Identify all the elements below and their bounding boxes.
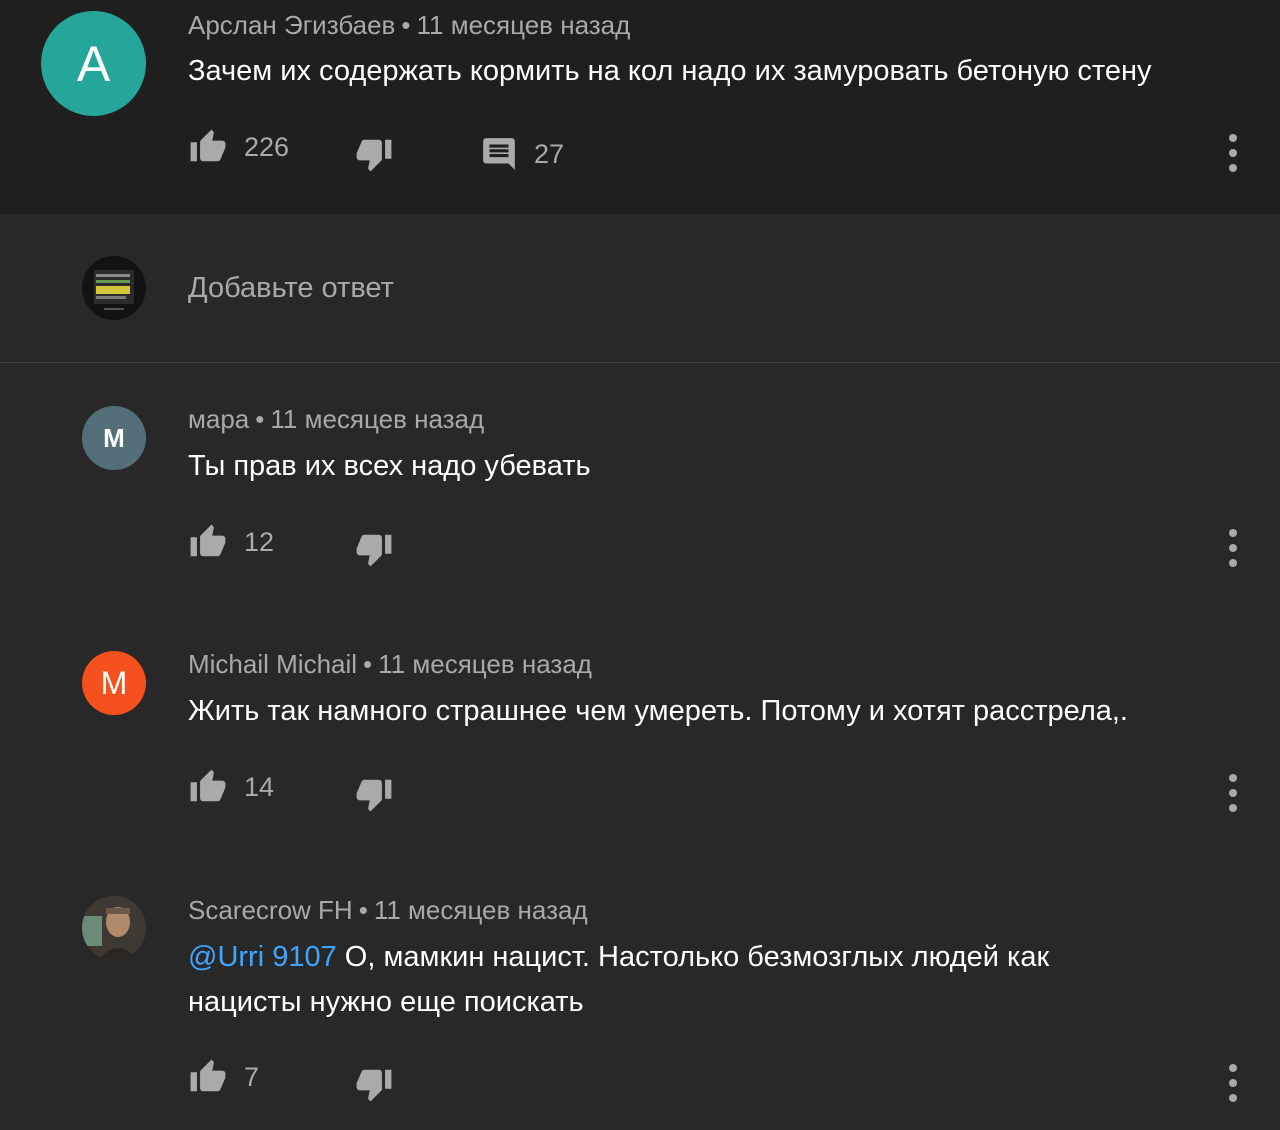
thumbs-up-icon <box>190 129 226 162</box>
comment-meta: мара • 11 месяцев назад <box>188 404 484 435</box>
user-mention-link[interactable]: @Urri 9107 <box>188 941 337 973</box>
like-button[interactable]: 7 <box>188 1058 259 1096</box>
comment-meta: Арслан Эгизбаев • 11 месяцев назад <box>188 10 630 41</box>
like-count: 7 <box>244 1061 260 1092</box>
like-count: 14 <box>244 771 275 802</box>
reply-input[interactable]: Добавьте ответ <box>188 272 394 305</box>
author-name[interactable]: Scarecrow FH <box>188 895 353 925</box>
like-button[interactable]: 14 <box>188 768 274 806</box>
dislike-button[interactable] <box>354 135 394 173</box>
comment-text-line1: О, мамкин нацист. Настолько безмозглых л… <box>336 941 1050 973</box>
more-options-icon[interactable] <box>1222 529 1244 569</box>
comment-meta: Michail Michail • 11 месяцев назад <box>188 649 592 680</box>
comment-text: Ты прав их всех надо убевать <box>188 450 591 482</box>
more-options-icon[interactable] <box>1222 134 1244 174</box>
thumbs-down-icon <box>356 534 392 567</box>
avatar-letter: А <box>76 35 111 92</box>
comment-meta: Scarecrow FH • 11 месяцев назад <box>188 895 588 926</box>
replies-button[interactable]: 27 <box>480 135 564 173</box>
comment-text: @Urri 9107 О, мамкин нацист. Настолько б… <box>188 935 1049 980</box>
highlighted-comment: А Арслан Эгизбаев • 11 месяцев назад Зачем… <box>0 0 1280 214</box>
comment-time[interactable]: 11 месяцев назад <box>378 649 592 679</box>
separator-dot: • <box>401 10 411 40</box>
avatar-letter: M <box>100 664 128 701</box>
avatar-letter: М <box>103 422 125 453</box>
author-name[interactable]: мара <box>188 404 249 434</box>
comment-text: Жить так намного страшнее чем умереть. П… <box>188 695 1128 727</box>
comments-page: А Арслан Эгизбаев • 11 месяцев назад Зачем… <box>0 0 1280 1130</box>
comment-text: Зачем их содержать кормить на кол надо и… <box>188 55 1152 87</box>
author-name[interactable]: Арслан Эгизбаев <box>188 10 395 40</box>
comment-time[interactable]: 11 месяцев назад <box>416 10 630 40</box>
comment-icon <box>483 138 515 170</box>
thumbs-down-icon <box>356 139 392 172</box>
avatar[interactable]: М <box>82 406 146 470</box>
reply-count: 27 <box>534 138 565 169</box>
dislike-button[interactable] <box>354 775 394 813</box>
thumbs-up-icon <box>190 769 226 802</box>
comment-time[interactable]: 11 месяцев назад <box>270 404 484 434</box>
dislike-button[interactable] <box>354 530 394 568</box>
like-button[interactable]: 226 <box>188 128 289 166</box>
thumbs-up-icon <box>190 524 226 557</box>
dislike-button[interactable] <box>354 1065 394 1103</box>
like-button[interactable]: 12 <box>188 523 274 561</box>
current-user-avatar <box>82 256 146 320</box>
thumbs-down-icon <box>356 1069 392 1102</box>
like-count: 226 <box>244 131 290 162</box>
thumbs-down-icon <box>356 779 392 812</box>
separator-dot: • <box>255 404 265 434</box>
like-count: 12 <box>244 526 275 557</box>
avatar[interactable] <box>82 896 146 960</box>
user-photo <box>82 896 146 960</box>
author-name[interactable]: Michail Michail <box>188 649 357 679</box>
thumbs-up-icon <box>190 1059 226 1092</box>
separator-dot: • <box>363 649 373 679</box>
avatar[interactable]: M <box>82 651 146 715</box>
more-options-icon[interactable] <box>1222 1064 1244 1104</box>
comment-time[interactable]: 11 месяцев назад <box>374 895 588 925</box>
comment-text-line2: нацисты нужно еще поискать <box>188 986 584 1018</box>
more-options-icon[interactable] <box>1222 774 1244 814</box>
avatar[interactable]: А <box>41 11 146 116</box>
separator-dot: • <box>358 895 368 925</box>
user-avatar-image <box>82 256 146 320</box>
